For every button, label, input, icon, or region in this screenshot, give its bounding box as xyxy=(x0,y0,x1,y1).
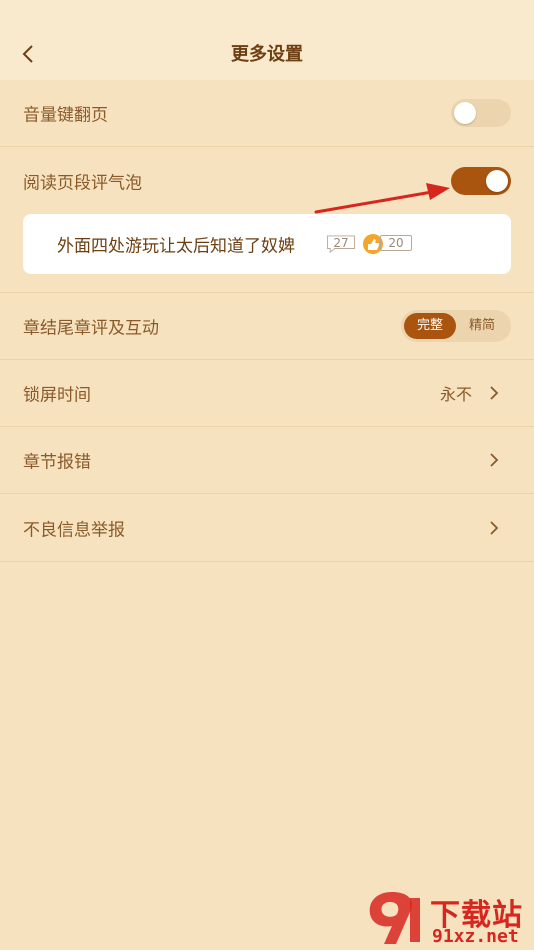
setting-row-chapter-error[interactable]: 章节报错 xyxy=(0,427,534,494)
paragraph-bubble-toggle[interactable] xyxy=(451,167,511,195)
comment-count: 27 xyxy=(333,236,349,250)
header-bar: 更多设置 xyxy=(0,0,534,80)
bubble-preview-card: 外面四处游玩让太后知道了奴婢 27 20 xyxy=(23,214,511,274)
watermark-url: 91xz.net xyxy=(432,926,519,947)
paragraph-bubble-label: 阅读页段评气泡 xyxy=(23,173,142,194)
preview-text: 外面四处游玩让太后知道了奴婢 xyxy=(57,236,295,257)
chapter-error-label: 章节报错 xyxy=(23,452,91,473)
chevron-right-icon xyxy=(490,453,499,467)
toggle-knob xyxy=(486,170,508,192)
setting-row-lock-screen[interactable]: 锁屏时间 永不 xyxy=(0,360,534,427)
lock-screen-label: 锁屏时间 xyxy=(23,385,91,406)
like-count: 20 xyxy=(380,235,412,251)
setting-row-volume-page: 音量键翻页 xyxy=(0,80,534,147)
bad-info-label: 不良信息举报 xyxy=(23,520,125,540)
volume-page-toggle[interactable] xyxy=(451,99,511,127)
option-concise[interactable]: 精简 xyxy=(456,313,508,339)
page-title: 更多设置 xyxy=(231,44,303,65)
chevron-right-icon xyxy=(490,520,499,535)
option-full[interactable]: 完整 xyxy=(404,313,456,339)
site-logo-icon xyxy=(369,892,420,944)
setting-row-bad-info[interactable]: 不良信息举报 xyxy=(0,494,534,562)
chevron-right-icon xyxy=(490,386,499,400)
chapter-end-segmented-control: 完整 精简 xyxy=(401,310,511,342)
toggle-knob xyxy=(454,102,476,124)
setting-row-chapter-end: 章结尾章评及互动 完整 精简 xyxy=(0,293,534,360)
chapter-end-label: 章结尾章评及互动 xyxy=(23,318,159,339)
lock-screen-value: 永不 xyxy=(439,385,472,404)
volume-page-label: 音量键翻页 xyxy=(23,105,108,126)
